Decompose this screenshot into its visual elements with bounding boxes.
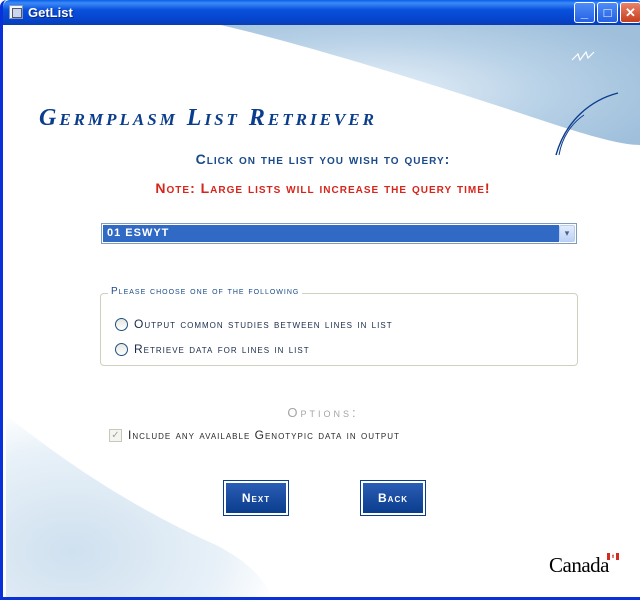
canada-flag-icon bbox=[607, 553, 619, 560]
title-bar[interactable]: GetList _ □ ✕ bbox=[3, 0, 640, 25]
radio-button-icon[interactable] bbox=[115, 342, 128, 356]
app-window: GetList _ □ ✕ Germplasm List Retriever C… bbox=[0, 0, 640, 600]
list-prompt: Click on the list you wish to query: bbox=[195, 151, 451, 167]
radio-label[interactable]: Output common studies between lines in l… bbox=[134, 317, 393, 331]
window-title: GetList bbox=[28, 5, 73, 20]
list-dropdown-value[interactable]: 01 ESWYT bbox=[103, 225, 559, 242]
back-button[interactable]: Back bbox=[360, 480, 426, 516]
close-button[interactable]: ✕ bbox=[620, 2, 640, 23]
minimize-button[interactable]: _ bbox=[574, 2, 595, 23]
radio-retrieve-data[interactable]: Retrieve data for lines in list bbox=[115, 341, 310, 357]
radio-button-icon[interactable] bbox=[115, 317, 128, 331]
maximize-button[interactable]: □ bbox=[597, 2, 618, 23]
checkbox-checked-icon[interactable]: ✓ bbox=[109, 428, 122, 442]
query-type-group: Please choose one of the following Outpu… bbox=[100, 286, 578, 366]
group-legend: Please choose one of the following bbox=[108, 286, 303, 297]
radio-output-common-studies[interactable]: Output common studies between lines in l… bbox=[115, 316, 393, 332]
app-banner-title: Germplasm List Retriever bbox=[39, 105, 377, 131]
app-window-icon[interactable] bbox=[9, 5, 23, 19]
radio-label[interactable]: Retrieve data for lines in list bbox=[134, 342, 310, 356]
list-dropdown[interactable]: 01 ESWYT ▾ bbox=[101, 223, 577, 244]
options-heading: Options: bbox=[287, 405, 359, 420]
checkbox-label[interactable]: Include any available Genotypic data in … bbox=[128, 428, 400, 442]
next-button[interactable]: Next bbox=[223, 480, 289, 516]
client-area: Germplasm List Retriever Click on the li… bbox=[6, 25, 640, 597]
canada-wordmark: Canada bbox=[549, 553, 609, 577]
chevron-down-icon[interactable]: ▾ bbox=[559, 225, 575, 242]
include-genotypic-checkbox[interactable]: ✓ Include any available Genotypic data i… bbox=[109, 428, 400, 442]
warning-note: Note: Large lists will increase the quer… bbox=[155, 180, 491, 196]
